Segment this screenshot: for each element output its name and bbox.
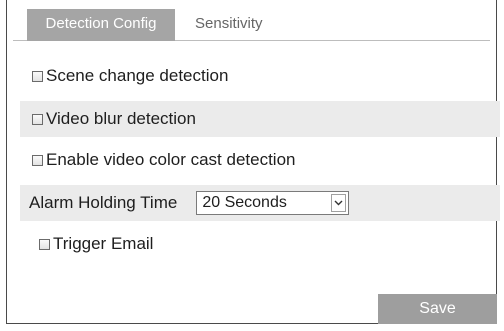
scene-change-checkbox[interactable] [32, 70, 43, 82]
chevron-down-icon[interactable] [331, 194, 347, 212]
video-blur-checkbox[interactable] [32, 113, 43, 125]
trigger-email-label: Trigger Email [53, 234, 154, 253]
alarm-holding-row: Alarm Holding Time 20 Seconds [20, 185, 500, 221]
tab-bar: Detection Config Sensitivity [13, 9, 490, 41]
alarm-holding-select[interactable]: 20 Seconds [196, 191, 350, 215]
color-cast-row: Enable video color cast detection [20, 142, 500, 178]
video-blur-label: Video blur detection [46, 109, 196, 128]
trigger-email-checkbox[interactable] [39, 238, 50, 250]
scene-change-row: Scene change detection [20, 58, 500, 94]
scene-change-label: Scene change detection [46, 66, 229, 85]
color-cast-checkbox[interactable] [32, 154, 43, 166]
alarm-holding-value: 20 Seconds [202, 194, 287, 211]
tab-sensitivity[interactable]: Sensitivity [186, 9, 272, 41]
tab-detection-config[interactable]: Detection Config [27, 9, 175, 41]
video-blur-row: Video blur detection [20, 101, 500, 137]
save-button[interactable]: Save [378, 294, 497, 324]
trigger-email-row: Trigger Email [20, 226, 500, 262]
color-cast-label: Enable video color cast detection [46, 150, 296, 169]
alarm-holding-label: Alarm Holding Time [29, 193, 178, 212]
